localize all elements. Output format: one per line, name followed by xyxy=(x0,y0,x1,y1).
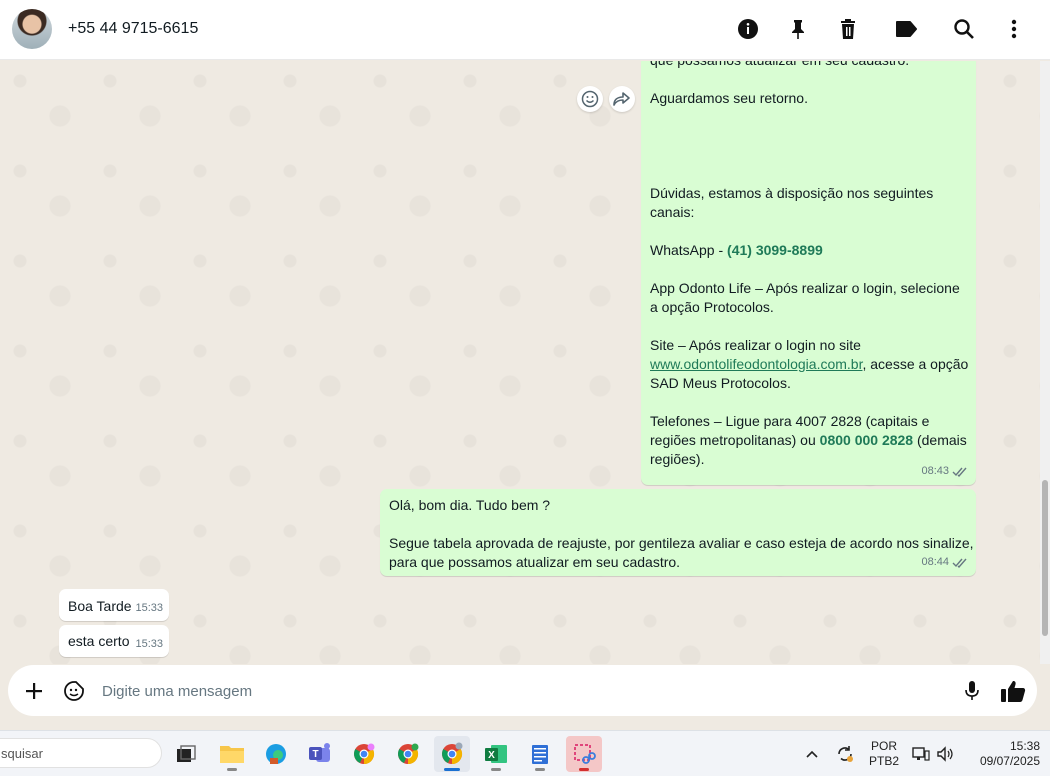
delete-icon[interactable] xyxy=(836,17,860,41)
windows-taskbar: squisar T X POR PTB2 15:38 09/07/2025 xyxy=(0,730,1050,776)
message-bubble-incoming[interactable]: Boa Tarde 15:33 xyxy=(59,589,169,621)
message-bubble-incoming[interactable]: esta certo 15:33 xyxy=(59,625,169,657)
clock[interactable]: 15:38 09/07/2025 xyxy=(962,739,1040,769)
message-line: WhatsApp - (41) 3099-8899 xyxy=(650,241,970,260)
attach-plus-icon[interactable] xyxy=(22,679,46,703)
double-check-icon xyxy=(952,467,967,477)
chat-area: que possamos atualizar em seu cadastro. … xyxy=(0,61,1040,664)
running-indicator xyxy=(491,768,501,771)
forward-icon[interactable] xyxy=(609,86,635,112)
menu-icon[interactable] xyxy=(1002,17,1026,41)
contact-name[interactable]: +55 44 9715-6615 xyxy=(68,20,198,38)
message-meta: 15:33 xyxy=(135,635,163,654)
clock-date: 09/07/2025 xyxy=(979,754,1040,768)
message-time: 08:43 xyxy=(921,465,949,477)
info-icon[interactable] xyxy=(736,17,760,41)
message-bubble-outgoing[interactable]: Olá, bom dia. Tudo bem ? Segue tabela ap… xyxy=(380,489,976,576)
active-indicator xyxy=(444,768,460,771)
thumbs-up-icon[interactable] xyxy=(999,679,1027,703)
running-indicator xyxy=(535,768,545,771)
message-time: 15:33 xyxy=(135,602,163,614)
message-time: 08:44 xyxy=(921,556,949,568)
message-text: que possamos atualizar em seu cadastro. … xyxy=(650,61,970,469)
notepad-icon[interactable] xyxy=(522,736,558,772)
microphone-icon[interactable] xyxy=(960,679,984,703)
message-line: Aguardamos seu retorno. xyxy=(650,90,808,106)
message-meta: 08:44 xyxy=(921,553,968,572)
clock-time: 15:38 xyxy=(1009,739,1040,753)
pin-icon[interactable] xyxy=(786,17,810,41)
message-line: Dúvidas, estamos à disposição nos seguin… xyxy=(650,185,934,220)
file-explorer-icon[interactable] xyxy=(214,736,250,772)
message-text: esta certo xyxy=(68,633,130,649)
phone-number-link[interactable]: 0800 000 2828 xyxy=(820,432,913,448)
message-meta: 08:43 xyxy=(921,462,968,481)
site-link[interactable]: www.odontolifeodontologia.com.br xyxy=(650,356,862,372)
message-line: App Odonto Life – Após realizar o login,… xyxy=(650,280,960,315)
chrome-icon[interactable] xyxy=(346,736,382,772)
search-icon[interactable] xyxy=(952,17,976,41)
emoji-react-icon[interactable] xyxy=(577,86,603,112)
message-input[interactable] xyxy=(100,673,944,709)
svg-text:T: T xyxy=(312,749,318,760)
keyboard-layout: PTB2 xyxy=(868,754,899,768)
contact-avatar[interactable] xyxy=(12,9,52,49)
task-view-icon[interactable] xyxy=(168,736,204,772)
message-time: 15:33 xyxy=(135,638,163,650)
message-line: Telefones – Ligue para 4007 2828 (capita… xyxy=(650,412,970,469)
message-line: Site – Após realizar o login no site www… xyxy=(650,336,970,393)
network-icon[interactable] xyxy=(910,736,932,772)
volume-icon[interactable] xyxy=(934,736,956,772)
tray-chevron-up-icon[interactable] xyxy=(800,736,824,772)
message-line: que possamos atualizar em seu cadastro. xyxy=(650,61,970,70)
taskbar-search[interactable]: squisar xyxy=(0,738,162,768)
language-code: POR xyxy=(870,739,897,753)
whatsapp-label: WhatsApp - xyxy=(650,242,728,258)
message-line: Olá, bom dia. Tudo bem ? xyxy=(389,497,551,513)
message-meta: 15:33 xyxy=(135,599,163,618)
teams-icon[interactable]: T xyxy=(302,736,338,772)
taskbar-search-text: squisar xyxy=(1,745,43,761)
site-text: Site – Após realizar o login no site xyxy=(650,337,861,353)
svg-text:X: X xyxy=(488,750,495,761)
running-indicator xyxy=(227,768,237,771)
chat-scrollbar-thumb[interactable] xyxy=(1042,480,1048,636)
input-language[interactable]: POR PTB2 xyxy=(866,739,902,769)
edge-browser-icon[interactable] xyxy=(258,736,294,772)
double-check-icon xyxy=(952,558,967,568)
chrome-active-icon[interactable] xyxy=(434,736,470,772)
message-composer xyxy=(8,665,1037,716)
message-line: Segue tabela aprovada de reajuste, por g… xyxy=(389,535,974,570)
message-bubble-outgoing[interactable]: que possamos atualizar em seu cadastro. … xyxy=(641,61,976,485)
message-text: Boa Tarde xyxy=(68,598,132,614)
running-indicator xyxy=(579,768,589,771)
chat-header: +55 44 9715-6615 xyxy=(0,0,1050,60)
chrome-profile-icon[interactable] xyxy=(390,736,426,772)
whatsapp-number-link[interactable]: (41) 3099-8899 xyxy=(727,242,823,258)
sticker-icon[interactable] xyxy=(62,679,86,703)
excel-icon[interactable]: X xyxy=(478,736,514,772)
snipping-tool-icon[interactable] xyxy=(566,736,602,772)
sync-icon[interactable] xyxy=(832,736,858,772)
label-icon[interactable] xyxy=(894,17,918,41)
